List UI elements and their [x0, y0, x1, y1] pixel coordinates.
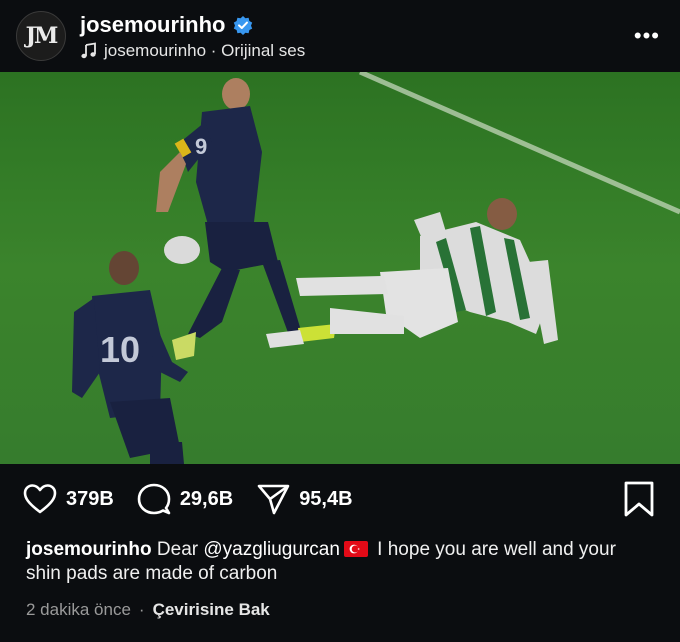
username-row: josemourinho: [80, 12, 305, 38]
meta-separator: ·: [138, 600, 145, 619]
like-button[interactable]: 379B: [22, 481, 114, 517]
caption: josemourinho Dear @yazgliugurcan I hope …: [0, 534, 680, 642]
caption-lead: Dear: [156, 539, 204, 560]
comment-button[interactable]: 29,6B: [136, 481, 233, 517]
post-video[interactable]: 9 10: [0, 72, 680, 464]
action-bar: 379B 29,6B 95,4B: [0, 464, 680, 534]
heart-icon: [23, 484, 57, 514]
like-count: 379B: [66, 487, 114, 510]
caption-username[interactable]: josemourinho: [26, 539, 152, 560]
comment-count: 29,6B: [179, 487, 234, 510]
post-time: 2 dakika önce: [26, 600, 131, 619]
caption-mention[interactable]: @yazgliugurcan: [203, 539, 340, 560]
post-meta: 2 dakika önce · Çevirisine Bak: [26, 598, 654, 622]
more-options-icon[interactable]: •••: [634, 25, 660, 47]
audio-row[interactable]: josemourinho · Orijinal ses: [80, 41, 305, 61]
caption-text: josemourinho Dear @yazgliugurcan I hope …: [26, 538, 654, 586]
post-header: JM josemourinho josemourinho · Orijinal …: [0, 0, 680, 72]
bookmark-icon[interactable]: [622, 480, 656, 518]
see-translation-link[interactable]: Çevirisine Bak: [153, 598, 270, 622]
verified-badge-icon: [234, 15, 253, 35]
avatar-logo-icon: JM: [25, 23, 59, 49]
comment-icon: [137, 483, 171, 515]
share-count: 95,4B: [299, 487, 353, 510]
post-header-text: josemourinho josemourinho · Orijinal ses: [80, 12, 305, 61]
turkey-flag-icon: [343, 541, 368, 557]
send-icon: [257, 484, 290, 515]
username[interactable]: josemourinho: [80, 12, 225, 38]
avatar[interactable]: JM: [16, 11, 66, 61]
share-button[interactable]: 95,4B: [255, 481, 353, 517]
audio-label: josemourinho · Orijinal ses: [104, 40, 306, 60]
football-scene-image: 9 10: [0, 72, 680, 464]
music-note-icon: [81, 41, 96, 58]
